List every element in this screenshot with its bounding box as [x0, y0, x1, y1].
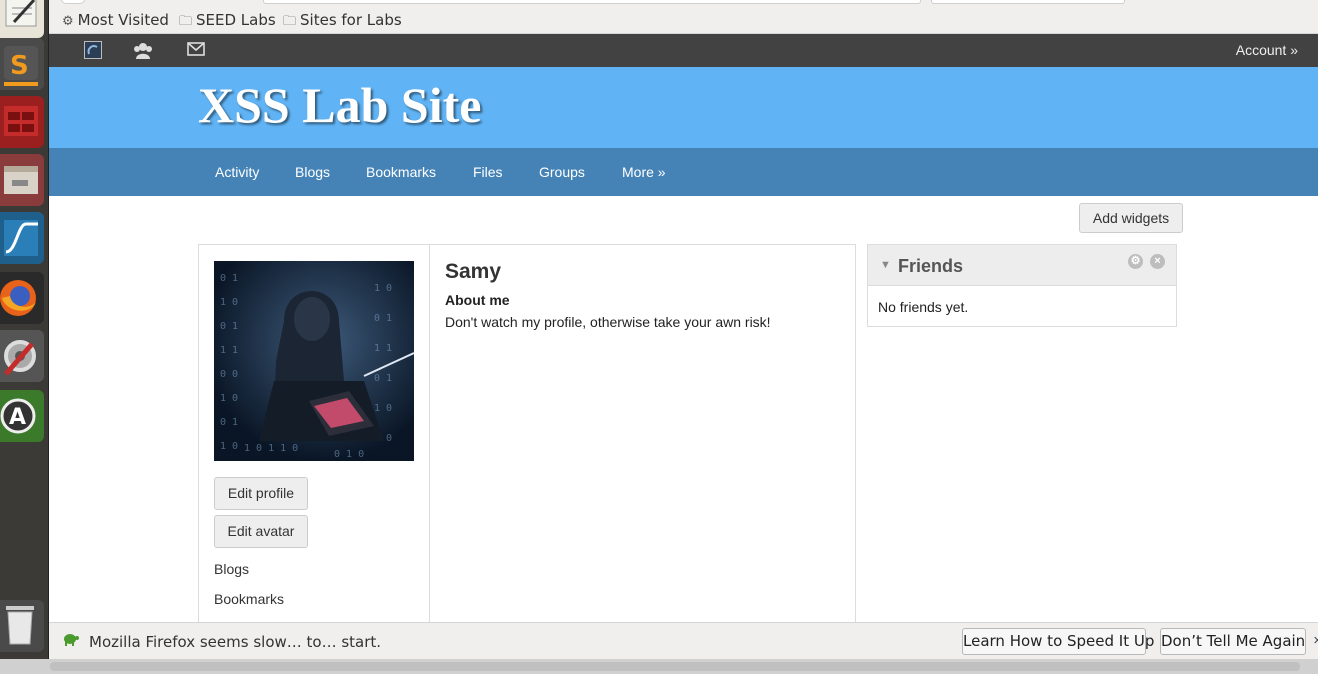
notification-message: Mozilla Firefox seems slow… to… start.	[89, 633, 382, 651]
turtle-icon	[61, 632, 79, 651]
main-navigation: Activity Blogs Bookmarks Files Groups Mo…	[49, 148, 1318, 196]
about-me-label: About me	[445, 292, 510, 308]
friends-empty-message: No friends yet.	[878, 299, 969, 315]
edit-profile-button[interactable]: Edit profile	[214, 477, 308, 510]
svg-text:0 1: 0 1	[220, 321, 238, 332]
collapse-triangle-icon[interactable]: ▼	[880, 259, 891, 271]
site-title[interactable]: XSS Lab Site	[198, 76, 481, 134]
nav-item-more[interactable]: More »	[622, 164, 666, 180]
profile-owner-block: 0 1 1 0 0 1 1 1 0 0 1 0 0 1 1 0 1 0 0 1 1 1 0 1 1…	[198, 244, 429, 625]
folder-icon: 🗀	[283, 14, 297, 29]
add-widgets-button[interactable]: Add widgets	[1079, 203, 1183, 233]
svg-text:0 1: 0 1	[220, 417, 238, 428]
svg-text:0 1: 0 1	[220, 273, 238, 284]
profile-details: Samy About me Don't watch my profile, ot…	[429, 244, 856, 624]
search-bar[interactable]	[931, 0, 1125, 4]
nav-item-blogs[interactable]: Blogs	[295, 164, 330, 180]
ubuntu-launcher: S A	[0, 0, 49, 674]
horizontal-scrollbar[interactable]	[0, 659, 1318, 674]
elgg-logo-icon[interactable]	[84, 41, 102, 64]
slow-startup-notification: Mozilla Firefox seems slow… to… start. L…	[49, 622, 1318, 659]
svg-text:1 1: 1 1	[220, 345, 238, 356]
nav-item-groups[interactable]: Groups	[539, 164, 585, 180]
friends-icon[interactable]	[133, 42, 153, 64]
elgg-topbar: Account »	[49, 34, 1318, 67]
edit-avatar-button[interactable]: Edit avatar	[214, 515, 308, 548]
messages-icon[interactable]	[187, 42, 205, 61]
avatar: 0 1 1 0 0 1 1 1 0 0 1 0 0 1 1 0 1 0 0 1 1 1 0 1 1…	[214, 261, 414, 461]
gear-icon[interactable]: ⚙	[1128, 254, 1143, 269]
svg-text:S: S	[10, 51, 29, 81]
url-bar[interactable]	[263, 0, 921, 4]
back-button[interactable]	[61, 0, 85, 4]
svg-text:1 0: 1 0	[220, 441, 238, 452]
about-me-text: Don't watch my profile, otherwise take y…	[445, 314, 771, 330]
site-header: XSS Lab Site	[49, 67, 1318, 148]
svg-text:1 0: 1 0	[374, 283, 392, 294]
svg-text:1 0: 1 0	[220, 297, 238, 308]
svg-text:0 1 0: 0 1 0	[334, 449, 364, 460]
settings-launcher-icon[interactable]	[0, 330, 44, 382]
bookmark-most-visited[interactable]: ⚙ Most Visited	[62, 11, 169, 29]
text-editor-launcher-icon[interactable]	[0, 0, 44, 38]
bookmarks-toolbar: ⚙ Most Visited 🗀 SEED Labs 🗀 Sites for Labs	[49, 0, 1318, 34]
svg-text:1 0: 1 0	[220, 393, 238, 404]
profile-name: Samy	[445, 260, 502, 283]
firefox-launcher-icon[interactable]	[0, 272, 44, 324]
close-icon[interactable]: ×	[1313, 632, 1318, 649]
terminal-launcher-icon[interactable]	[0, 96, 44, 148]
friends-widget-title: Friends	[898, 256, 964, 276]
trash-launcher-icon[interactable]	[0, 600, 44, 652]
friends-widget: ▼ Friends ⚙ × No friends yet.	[867, 244, 1177, 327]
svg-text:1 0: 1 0	[374, 403, 392, 414]
folder-icon: 🗀	[179, 14, 193, 29]
nav-item-bookmarks[interactable]: Bookmarks	[366, 164, 436, 180]
bookmark-sites-for-labs[interactable]: 🗀 Sites for Labs	[283, 11, 402, 34]
friends-widget-header[interactable]: ▼ Friends ⚙ ×	[868, 245, 1176, 286]
svg-text:0 1: 0 1	[374, 373, 392, 384]
owner-link-bookmarks[interactable]: Bookmarks	[214, 591, 284, 607]
svg-text:0 1: 0 1	[374, 313, 392, 324]
svg-text:0 0: 0 0	[220, 369, 238, 380]
svg-text:A: A	[9, 405, 26, 430]
nav-item-files[interactable]: Files	[473, 164, 503, 180]
bookmark-seed-labs[interactable]: 🗀 SEED Labs	[179, 11, 276, 34]
dont-tell-again-button[interactable]: Don’t Tell Me Again	[1160, 628, 1306, 655]
learn-speed-up-button[interactable]: Learn How to Speed It Up	[962, 628, 1154, 655]
svg-text:1 0 1 1 0: 1 0 1 1 0	[244, 443, 298, 454]
gear-icon: ⚙	[62, 14, 74, 29]
account-menu[interactable]: Account »	[1236, 42, 1298, 58]
svg-text:1 1: 1 1	[374, 343, 392, 354]
files-launcher-icon[interactable]	[0, 154, 44, 206]
software-updater-launcher-icon[interactable]: A	[0, 390, 44, 442]
owner-link-blogs[interactable]: Blogs	[214, 561, 249, 577]
close-icon[interactable]: ×	[1150, 254, 1165, 269]
sublime-text-launcher-icon[interactable]: S	[0, 38, 44, 90]
scrollbar-thumb[interactable]	[50, 662, 1300, 671]
wireshark-launcher-icon[interactable]	[0, 212, 44, 264]
nav-item-activity[interactable]: Activity	[215, 164, 259, 180]
